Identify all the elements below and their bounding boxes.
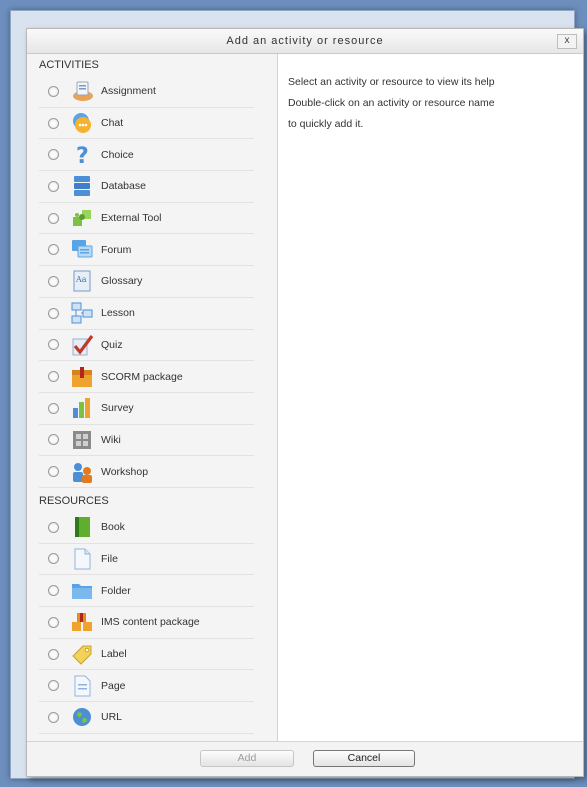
option-label: Database	[101, 180, 146, 193]
option-survey[interactable]: Survey	[39, 393, 254, 425]
option-quiz[interactable]: Quiz	[39, 330, 254, 362]
option-external-tool[interactable]: External Tool	[39, 203, 254, 235]
option-label: Forum	[101, 243, 132, 256]
radio-external-tool[interactable]	[48, 212, 59, 224]
help-text-line-2: Double-click on an activity or resource …	[288, 97, 495, 109]
scorm-icon	[70, 365, 94, 389]
option-label: IMS content package	[101, 616, 200, 629]
option-ims-content-package[interactable]: IMS content package	[39, 607, 254, 639]
dialog-titlebar: Add an activity or resource x	[27, 29, 583, 54]
option-label: External Tool	[101, 212, 162, 225]
wiki-icon	[70, 428, 94, 452]
radio-scorm-package[interactable]	[48, 371, 59, 383]
option-label: Workshop	[101, 465, 149, 478]
activities-heading: ACTIVITIES	[39, 59, 99, 71]
help-text-line-3: to quickly add it.	[288, 118, 364, 130]
option-label: Lesson	[101, 307, 135, 320]
add-button[interactable]: Add	[200, 750, 294, 767]
resources-heading: RESOURCES	[39, 494, 109, 507]
option-glossary[interactable]: Aa Glossary	[39, 266, 254, 298]
workshop-icon	[70, 460, 94, 484]
option-label: Folder	[101, 584, 131, 597]
radio-lesson[interactable]	[48, 307, 59, 319]
option-label: Chat	[101, 117, 124, 130]
radio-folder[interactable]	[48, 585, 59, 597]
option-forum[interactable]: Forum	[39, 234, 254, 267]
option-folder[interactable]: Folder	[39, 575, 254, 607]
option-choice[interactable]: ? Choice	[39, 139, 254, 172]
radio-label[interactable]	[48, 648, 59, 660]
radio-survey[interactable]	[48, 402, 59, 414]
radio-page[interactable]	[48, 680, 59, 692]
survey-icon	[70, 396, 94, 420]
radio-book[interactable]	[48, 521, 59, 533]
option-label: Wiki	[101, 433, 121, 446]
folder-icon	[70, 579, 94, 603]
option-label: File	[101, 552, 118, 565]
option-label: Survey	[101, 402, 134, 415]
option-label: Label	[101, 648, 127, 661]
ims-package-icon	[70, 610, 94, 634]
option-database[interactable]: Database	[39, 171, 254, 203]
option-label: URL	[101, 711, 123, 724]
radio-workshop[interactable]	[48, 466, 59, 478]
radio-quiz[interactable]	[48, 339, 59, 351]
quiz-icon	[70, 333, 94, 357]
option-scorm-package[interactable]: SCORM package	[39, 361, 254, 393]
option-workshop[interactable]: Workshop	[39, 456, 254, 488]
option-page[interactable]: Page	[39, 670, 254, 703]
add-activity-dialog: Add an activity or resource x ACTIVITIES…	[26, 28, 584, 777]
option-label: Choice	[101, 148, 134, 161]
option-label: Assignment	[101, 85, 156, 98]
help-text-line-1: Select an activity or resource to view i…	[288, 76, 495, 88]
page-icon	[70, 674, 94, 698]
option-wiki[interactable]: Wiki	[39, 425, 254, 457]
option-url[interactable]: URL	[39, 702, 254, 734]
radio-chat[interactable]	[48, 117, 59, 129]
chat-icon	[70, 111, 94, 135]
glossary-icon: Aa	[70, 269, 94, 293]
cancel-button[interactable]: Cancel	[313, 750, 415, 767]
radio-file[interactable]	[48, 553, 59, 565]
external-tool-icon	[70, 206, 94, 230]
url-icon	[70, 705, 94, 729]
option-lesson[interactable]: Lesson	[39, 298, 254, 330]
forum-icon	[70, 238, 94, 262]
help-panel: Select an activity or resource to view i…	[278, 54, 583, 742]
option-book[interactable]: Book	[39, 512, 254, 544]
file-icon	[70, 547, 94, 571]
option-label-resource[interactable]: Label	[39, 639, 254, 671]
radio-ims-content-package[interactable]	[48, 616, 59, 628]
option-label: SCORM package	[101, 370, 183, 383]
choice-icon: ?	[70, 143, 94, 169]
radio-assignment[interactable]	[48, 85, 59, 97]
option-label: Page	[101, 679, 126, 692]
option-label: Glossary	[101, 275, 143, 288]
options-list: ACTIVITIES Assignment Chat ? Choice Data…	[27, 54, 278, 742]
radio-glossary[interactable]	[48, 275, 59, 287]
close-button[interactable]: x	[557, 34, 577, 49]
option-file[interactable]: File	[39, 544, 254, 576]
svg-text:Aa: Aa	[75, 275, 87, 284]
svg-text:?: ?	[76, 144, 89, 167]
lesson-icon	[70, 301, 94, 325]
option-chat[interactable]: Chat	[39, 108, 254, 140]
label-icon	[70, 642, 94, 666]
radio-database[interactable]	[48, 180, 59, 192]
option-label: Book	[101, 521, 125, 534]
radio-wiki[interactable]	[48, 434, 59, 446]
dialog-footer: Add Cancel	[27, 741, 583, 776]
option-label: Quiz	[101, 338, 123, 351]
database-icon	[70, 174, 94, 198]
assignment-icon	[70, 79, 94, 103]
option-assignment[interactable]: Assignment	[39, 76, 254, 108]
radio-forum[interactable]	[48, 244, 59, 256]
dialog-title: Add an activity or resource	[226, 35, 384, 47]
radio-choice[interactable]	[48, 149, 59, 161]
radio-url[interactable]	[48, 711, 59, 723]
book-icon	[70, 515, 94, 539]
